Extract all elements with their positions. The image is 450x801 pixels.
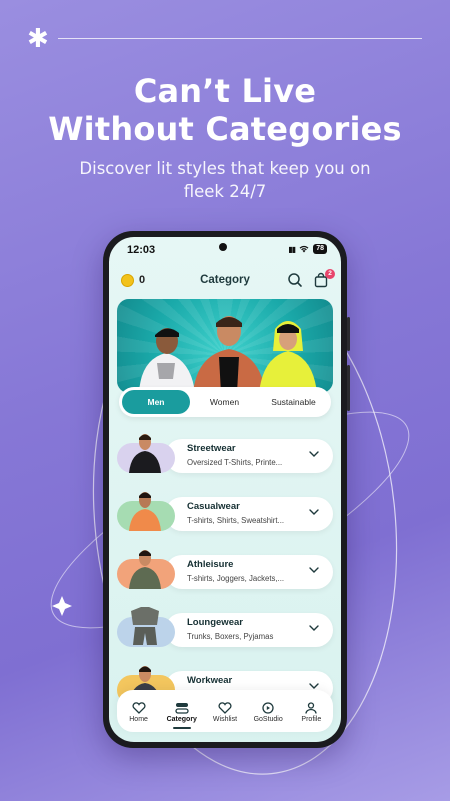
front-camera [219,243,227,251]
category-list: Streetwear Oversized T-Shirts, Printe...… [117,429,333,719]
bottom-tab-bar: Home Category Wishlist GoStudio Profile [117,690,333,732]
segment-men[interactable]: Men [122,390,190,414]
category-item-athleisure[interactable]: Athleisure T-shirts, Joggers, Jackets,..… [117,545,333,593]
signal-icon: ▮▮ [288,244,296,254]
athleisure-model-image [129,550,161,589]
category-name: Casualwear [187,501,240,512]
category-item-casualwear[interactable]: Casualwear T-shirts, Shirts, Sweatshirt.… [117,487,333,535]
tab-category[interactable]: Category [162,702,202,729]
chevron-down-icon[interactable] [309,567,319,573]
phone-screen: 12:03 ▮▮ 78 0 Category 2 Men Women Susta… [109,237,341,742]
app-header: 0 Category 2 [109,269,341,293]
tab-gostudio[interactable]: GoStudio [248,701,288,723]
category-name: Athleisure [187,559,234,570]
category-subtitle: Trunks, Boxers, Pyjamas [187,632,274,641]
loungewear-set-image [131,607,159,645]
category-item-streetwear[interactable]: Streetwear Oversized T-Shirts, Printe... [117,429,333,477]
tab-label: Wishlist [212,715,238,723]
status-bar: 12:03 ▮▮ 78 [109,237,341,261]
tab-label: Profile [301,715,322,723]
status-time: 12:03 [127,244,156,256]
user-icon [305,701,317,714]
asterisk-icon: ✱ [27,24,49,54]
wifi-icon [299,245,309,253]
gender-segmented-control: Men Women Sustainable [119,387,331,417]
search-icon[interactable] [287,272,303,288]
heart-icon [132,701,146,714]
chevron-down-icon[interactable] [309,451,319,457]
promo-subline: Discover lit styles that keep you on fle… [79,159,371,201]
cart-badge: 2 [325,269,335,279]
tab-home[interactable]: Home [119,701,159,723]
headline-line-2: Without Categories [48,110,402,148]
category-name: Workwear [187,675,233,686]
chevron-down-icon[interactable] [309,625,319,631]
category-banner[interactable] [117,299,333,393]
play-icon [262,701,274,714]
chevron-down-icon[interactable] [309,509,319,515]
category-subtitle: Oversized T-Shirts, Printe... [187,458,283,467]
battery-indicator: 78 [313,244,327,254]
category-subtitle: T-shirts, Joggers, Jackets,... [187,574,285,583]
casualwear-model-image [129,492,161,531]
streetwear-model-image [129,434,161,473]
sparkle-icon [52,596,72,616]
tab-wishlist[interactable]: Wishlist [205,701,245,723]
tab-label: GoStudio [253,715,283,723]
phone-volume-button [347,365,350,411]
category-name: Streetwear [187,443,236,454]
category-item-loungewear[interactable]: Loungewear Trunks, Boxers, Pyjamas [117,603,333,651]
top-divider [58,38,422,39]
category-subtitle: T-shirts, Shirts, Sweatshirt... [187,516,285,525]
tab-label: Home [129,715,148,723]
banner-model-right [259,321,317,393]
chevron-down-icon[interactable] [309,683,319,689]
phone-frame: 12:03 ▮▮ 78 0 Category 2 Men Women Susta… [103,231,350,748]
page-title: Category [200,274,250,286]
status-icons: ▮▮ 78 [288,244,327,254]
promo-headline: Can’t Live Without Categories [0,72,450,148]
tab-profile[interactable]: Profile [291,701,331,723]
wishlist-heart-icon [218,701,232,714]
category-icon [175,702,189,714]
phone-side-button [347,317,350,351]
category-name: Loungewear [187,617,243,628]
headline-line-1: Can’t Live [133,72,317,110]
segment-sustainable[interactable]: Sustainable [259,390,328,414]
tab-label: Category [166,715,197,723]
active-tab-indicator [172,726,191,729]
segment-women[interactable]: Women [190,390,259,414]
